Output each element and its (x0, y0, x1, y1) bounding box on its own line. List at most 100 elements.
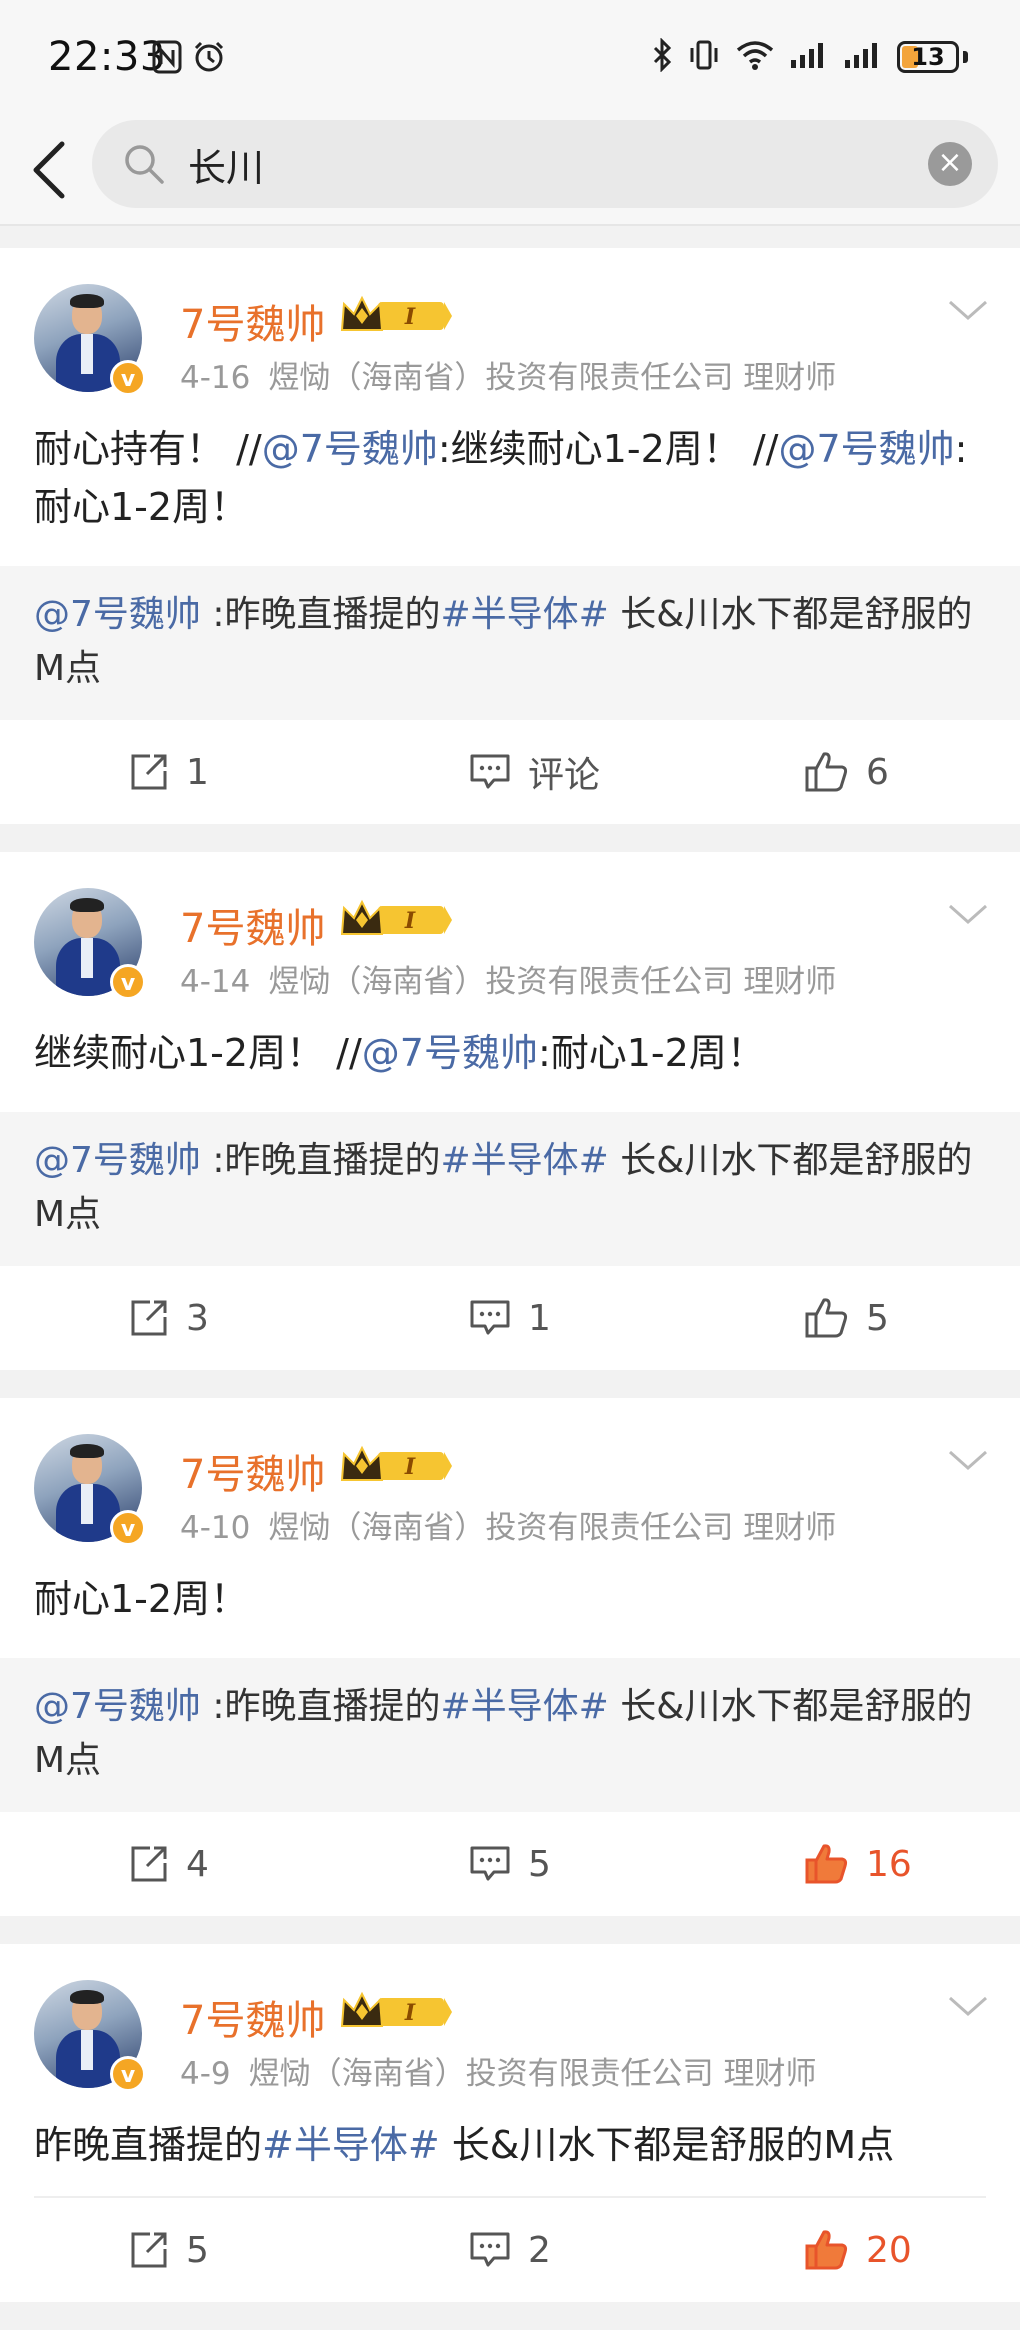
like-count: 20 (866, 2229, 912, 2271)
comment-button[interactable]: 评论 (468, 744, 600, 800)
repost-count: 5 (186, 2229, 209, 2271)
verified-badge-icon: v (110, 964, 146, 1000)
mention-link[interactable]: #半导体# (262, 2123, 440, 2167)
feed-post[interactable]: v 7号魏帅 I 4-9 煜恸（海南省）投资有限责任公司 理财师 昨晚直播提的#半导体# … (0, 1944, 1020, 2302)
status-bar: 22:33 13 (0, 0, 1020, 118)
chevron-down-icon[interactable] (946, 296, 990, 328)
mention-link[interactable]: @7号魏帅 (34, 594, 201, 635)
repost-icon (128, 751, 170, 793)
reposted-content[interactable]: @7号魏帅 :昨晚直播提的#半导体# 长&川水下都是舒服的M点 (0, 1658, 1020, 1812)
close-icon: × (937, 145, 963, 180)
post-actions: 1 评论 6 (0, 720, 1020, 824)
comment-icon (468, 1298, 512, 1338)
search-results-feed: v 7号魏帅 I 4-16 煜恸（海南省）投资有限责任公司 理财师 耐心持有！ //@7号… (0, 248, 1020, 2330)
like-button[interactable]: 5 (804, 1290, 889, 1346)
post-meta: 4-9 煜恸（海南省）投资有限责任公司 理财师 (180, 2048, 817, 2093)
post-text-fragment: :耐心1-2周！ (537, 1031, 765, 1075)
svg-text:I: I (404, 304, 416, 330)
comment-count: 1 (528, 1297, 551, 1339)
svg-text:I: I (404, 1454, 416, 1480)
post-text-fragment: 继续耐心1-2周！ // (34, 1031, 362, 1075)
repost-button[interactable]: 3 (128, 1290, 209, 1346)
author-name[interactable]: 7号魏帅 (180, 896, 325, 954)
comment-count: 评论 (528, 755, 601, 796)
repost-button[interactable]: 4 (128, 1836, 209, 1892)
like-count: 16 (866, 1843, 912, 1885)
member-crown-badge-icon[interactable]: I (340, 1990, 452, 2036)
member-crown-badge-icon[interactable]: I (340, 1444, 452, 1490)
chevron-down-icon[interactable] (946, 1992, 990, 2024)
comment-icon (468, 1844, 512, 1884)
feed-post[interactable]: v 7号魏帅 I 4-10 煜恸（海南省）投资有限责任公司 理财师 耐心1-2周！ @7号魏… (0, 1398, 1020, 1916)
post-source: 煜恸（海南省）投资有限责任公司 理财师 (268, 964, 837, 1000)
post-date: 4-16 (180, 360, 251, 396)
mention-link[interactable]: #半导体# (440, 594, 608, 635)
post-date: 4-9 (180, 2056, 231, 2092)
member-crown-badge-icon[interactable]: I (340, 898, 452, 944)
comment-count: 2 (528, 2229, 551, 2271)
repost-icon (128, 1843, 170, 1885)
like-count: 6 (866, 751, 889, 793)
like-button[interactable]: 20 (804, 2222, 912, 2278)
mention-link[interactable]: #半导体# (440, 1686, 608, 1727)
verified-badge-icon: v (110, 2056, 146, 2092)
comment-icon (468, 2230, 512, 2270)
wifi-icon (735, 39, 775, 75)
post-meta: 4-14 煜恸（海南省）投资有限责任公司 理财师 (180, 956, 836, 1001)
mention-link[interactable]: #半导体# (440, 1140, 608, 1181)
reposted-content[interactable]: @7号魏帅 :昨晚直播提的#半导体# 长&川水下都是舒服的M点 (0, 566, 1020, 720)
mention-link[interactable]: @7号魏帅 (778, 427, 954, 471)
repost-button[interactable]: 1 (128, 744, 209, 800)
alarm-icon (192, 40, 226, 78)
search-bar[interactable]: × (92, 120, 998, 208)
post-meta: 4-16 煜恸（海南省）投资有限责任公司 理财师 (180, 352, 836, 397)
svg-text:I: I (404, 2000, 416, 2026)
author-name[interactable]: 7号魏帅 (180, 1442, 325, 1500)
comment-count: 5 (528, 1843, 551, 1885)
like-icon (804, 1842, 850, 1886)
comment-button[interactable]: 5 (468, 1836, 551, 1892)
comment-button[interactable]: 2 (468, 2222, 551, 2278)
mention-link[interactable]: @7号魏帅 (34, 1686, 201, 1727)
post-text-fragment: 耐心持有！ // (34, 427, 262, 471)
like-icon (804, 2228, 850, 2272)
post-date: 4-14 (180, 964, 251, 1000)
bluetooth-icon (651, 37, 673, 76)
post-text-fragment: 耐心1-2周！ (34, 1577, 249, 1621)
comment-button[interactable]: 1 (468, 1290, 551, 1346)
repost-button[interactable]: 5 (128, 2222, 209, 2278)
mention-link[interactable]: @7号魏帅 (262, 427, 438, 471)
chevron-down-icon[interactable] (946, 1446, 990, 1478)
post-header: v 7号魏帅 I 4-9 煜恸（海南省）投资有限责任公司 理财师 (0, 1944, 1020, 2092)
back-button[interactable] (24, 134, 76, 206)
repost-count: 1 (186, 751, 209, 793)
repost-count: 3 (186, 1297, 209, 1339)
like-button[interactable]: 6 (804, 744, 889, 800)
reposted-content[interactable]: @7号魏帅 :昨晚直播提的#半导体# 长&川水下都是舒服的M点 (0, 1112, 1020, 1266)
post-source: 煜恸（海南省）投资有限责任公司 理财师 (248, 2056, 817, 2092)
signal-icon-2 (843, 40, 883, 74)
feed-post[interactable]: v 7号魏帅 I 4-14 煜恸（海南省）投资有限责任公司 理财师继续耐心1-2周！ /… (0, 852, 1020, 1370)
clear-search-button[interactable]: × (928, 142, 972, 186)
member-crown-badge-icon[interactable]: I (340, 294, 452, 340)
post-source: 煜恸（海南省）投资有限责任公司 理财师 (268, 360, 837, 396)
post-header: v 7号魏帅 I 4-10 煜恸（海南省）投资有限责任公司 理财师 (0, 1398, 1020, 1546)
like-button[interactable]: 16 (804, 1836, 912, 1892)
search-input[interactable] (188, 134, 888, 194)
author-name[interactable]: 7号魏帅 (180, 292, 325, 350)
chevron-down-icon[interactable] (946, 900, 990, 932)
verified-badge-icon: v (110, 360, 146, 396)
mention-link[interactable]: @7号魏帅 (362, 1031, 538, 1075)
repost-icon (128, 2229, 170, 2271)
post-text-fragment: :继续耐心1-2周！ // (437, 427, 779, 471)
author-name[interactable]: 7号魏帅 (180, 1988, 325, 2046)
feed-post[interactable]: v 7号魏帅 I 4-16 煜恸（海南省）投资有限责任公司 理财师 耐心持有！ //@7号… (0, 248, 1020, 824)
comment-icon (468, 752, 512, 792)
post-actions: 4 5 16 (0, 1812, 1020, 1916)
post-body[interactable]: 耐心持有！ //@7号魏帅:继续耐心1-2周！ //@7号魏帅:耐心1-2周！ (0, 376, 1020, 558)
post-text-fragment: :昨晚直播提的 (200, 1140, 441, 1181)
post-header: v 7号魏帅 I 4-14 煜恸（海南省）投资有限责任公司 理财师 (0, 852, 1020, 1000)
like-icon (804, 750, 850, 794)
mention-link[interactable]: @7号魏帅 (34, 1140, 201, 1181)
post-text-fragment: :昨晚直播提的 (200, 1686, 441, 1727)
